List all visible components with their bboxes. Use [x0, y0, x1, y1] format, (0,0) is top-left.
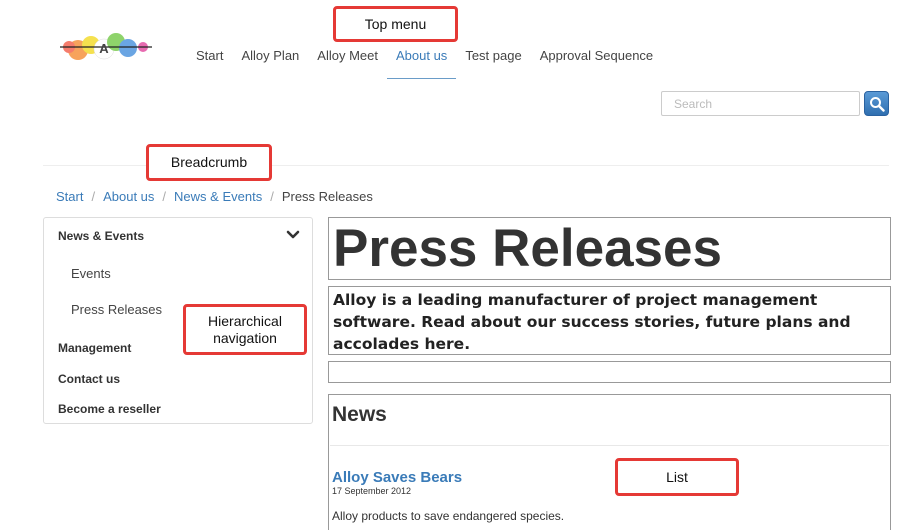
sidebar-item-news-events[interactable]: News & Events	[58, 229, 144, 243]
search-button[interactable]	[864, 91, 889, 116]
alloy-logo[interactable]: A	[58, 28, 154, 64]
top-menu-item-test-page[interactable]: Test page	[465, 48, 521, 80]
sidebar-item-events[interactable]: Events	[71, 266, 111, 281]
breadcrumb-item-news-events[interactable]: News & Events	[174, 189, 262, 204]
top-menu-item-approval-sequence[interactable]: Approval Sequence	[540, 48, 653, 80]
page-title: Press Releases	[328, 217, 891, 280]
top-menu-item-alloy-meet[interactable]: Alloy Meet	[317, 48, 378, 80]
top-menu: Start Alloy Plan Alloy Meet About us Tes…	[196, 48, 671, 80]
news-heading: News	[332, 403, 387, 426]
annotation-breadcrumb: Breadcrumb	[146, 144, 272, 181]
top-menu-item-about-us[interactable]: About us	[386, 48, 457, 80]
search-input[interactable]	[661, 91, 860, 116]
breadcrumb-current: Press Releases	[281, 189, 373, 204]
empty-content-area	[328, 361, 891, 383]
annotation-list: List	[615, 458, 739, 496]
breadcrumb: Start / About us / News & Events / Press…	[56, 189, 373, 204]
breadcrumb-separator: /	[162, 189, 167, 204]
breadcrumb-item-about-us[interactable]: About us	[103, 189, 154, 204]
breadcrumb-separator: /	[91, 189, 96, 204]
news-item-title[interactable]: Alloy Saves Bears	[332, 469, 462, 486]
news-list: News Alloy Saves Bears 17 September 2012…	[328, 394, 891, 530]
top-menu-item-alloy-plan[interactable]: Alloy Plan	[241, 48, 299, 80]
annotation-top-menu: Top menu	[333, 6, 458, 42]
breadcrumb-item-start[interactable]: Start	[56, 189, 83, 204]
news-item-date: 17 September 2012	[332, 486, 412, 496]
top-menu-item-start[interactable]: Start	[196, 48, 223, 80]
news-item-description: Alloy products to save endangered specie…	[332, 509, 565, 523]
sidebar-item-press-releases[interactable]: Press Releases	[71, 302, 162, 317]
chevron-down-icon[interactable]	[286, 230, 300, 240]
breadcrumb-separator: /	[270, 189, 274, 204]
annotation-hierarchical-navigation: Hierarchical navigation	[183, 304, 307, 355]
sidebar-item-management[interactable]: Management	[58, 341, 131, 355]
search-icon	[869, 96, 885, 112]
page-intro: Alloy is a leading manufacturer of proje…	[328, 286, 891, 355]
sidebar-item-contact-us[interactable]: Contact us	[58, 372, 120, 386]
svg-text:A: A	[99, 41, 109, 56]
news-divider	[330, 445, 889, 446]
sidebar-item-become-a-reseller[interactable]: Become a reseller	[58, 402, 161, 416]
